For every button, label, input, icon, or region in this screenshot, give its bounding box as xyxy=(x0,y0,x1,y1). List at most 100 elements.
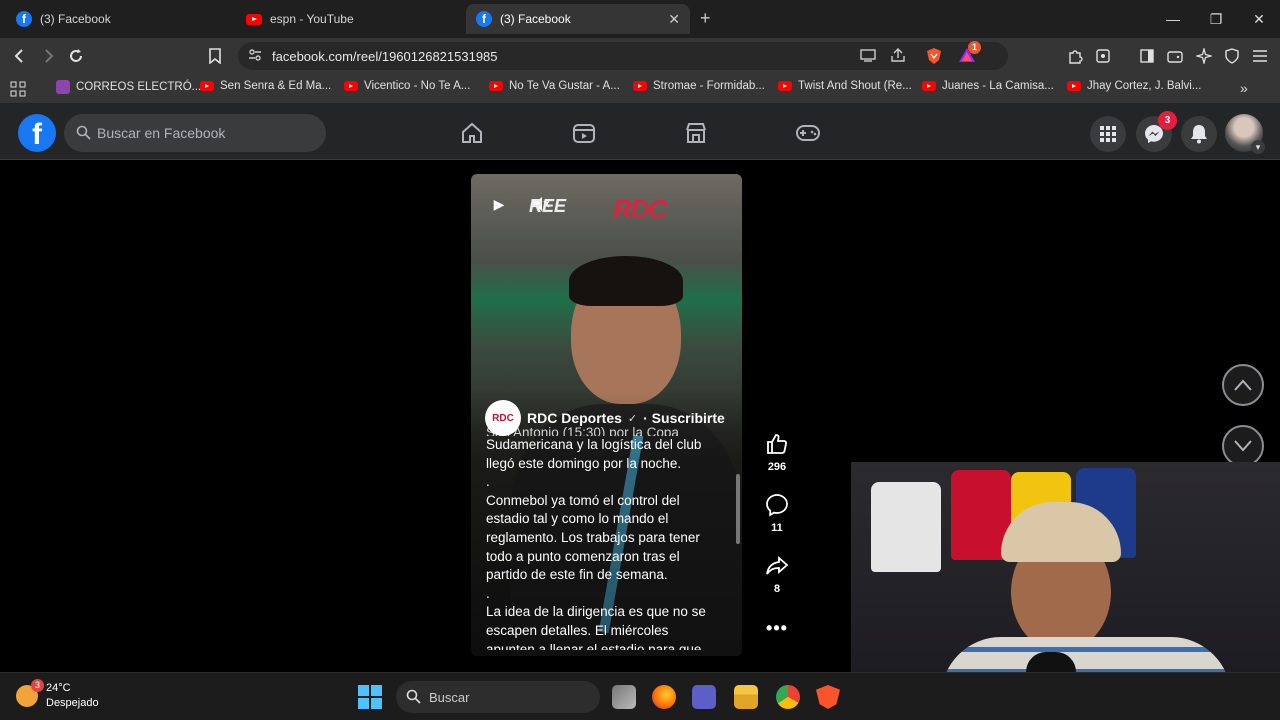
more-bookmarks-icon[interactable]: » xyxy=(1240,80,1248,96)
youtube-icon xyxy=(200,81,214,91)
caption-line: . xyxy=(486,585,490,601)
taskbar-search[interactable]: Buscar xyxy=(396,681,600,713)
youtube-icon xyxy=(922,81,936,91)
windows-start-icon[interactable] xyxy=(358,685,382,709)
home-icon[interactable] xyxy=(459,120,485,146)
grid-icon xyxy=(1100,126,1116,142)
share-arrow-icon xyxy=(766,556,789,575)
bookmark-label: No Te Va Gustar - A... xyxy=(509,80,620,92)
comment-count: 11 xyxy=(771,522,783,534)
facebook-header: f Buscar en Facebook 3 ▾ xyxy=(0,104,1280,160)
messenger-badge: 3 xyxy=(1158,111,1177,130)
rdc-logo: RDC xyxy=(613,194,667,224)
back-icon[interactable] xyxy=(8,44,32,68)
bookmark-item[interactable]: Stromae - Formidab... xyxy=(633,80,765,92)
close-tab-icon[interactable]: ✕ xyxy=(668,11,680,28)
youtube-icon xyxy=(344,81,358,91)
sponsor-logo: REE xyxy=(529,196,567,216)
menu-grid-button[interactable] xyxy=(1090,116,1126,152)
weather-widget[interactable]: 3 24°C Despejado xyxy=(16,679,99,711)
weather-badge: 3 xyxy=(31,679,44,692)
search-icon xyxy=(76,125,91,143)
wallet-icon[interactable] xyxy=(1163,44,1187,68)
tab-title: (3) Facebook xyxy=(500,12,571,26)
messenger-button[interactable]: 3 xyxy=(1136,111,1177,152)
caption-line: estadio tal y como lo mando el xyxy=(486,511,669,527)
marketplace-icon[interactable] xyxy=(683,120,709,146)
bookmark-label: Stromae - Formidab... xyxy=(653,80,765,92)
new-tab-button[interactable]: + xyxy=(700,8,711,29)
reload-icon[interactable] xyxy=(64,44,88,68)
close-window-icon[interactable]: ✕ xyxy=(1244,8,1274,30)
apps-grid-icon[interactable] xyxy=(10,81,26,102)
firefox-icon[interactable] xyxy=(652,685,676,709)
bookmark-item[interactable]: Vicentico - No Te A... xyxy=(344,80,470,92)
reel-video[interactable]: ▶ REE RDC RDC RDC Deportes ✓ · Suscribir… xyxy=(471,174,742,656)
background-board xyxy=(871,482,941,572)
url-text: facebook.com/reel/1960126821531985 xyxy=(272,48,498,64)
extensions-icon[interactable] xyxy=(1063,44,1087,68)
screenshot-icon[interactable] xyxy=(1091,44,1115,68)
bookmark-item[interactable]: Sen Senra & Ed Ma... xyxy=(200,80,331,92)
bookmark-item[interactable]: CORREOS ELECTRÓ... xyxy=(56,80,201,94)
chrome-icon[interactable] xyxy=(776,685,800,709)
facebook-search-input[interactable]: Buscar en Facebook xyxy=(64,114,326,152)
previous-reel-button[interactable] xyxy=(1222,364,1264,406)
bookmark-icon[interactable] xyxy=(203,44,227,68)
site-settings-icon[interactable] xyxy=(248,48,262,65)
bookmark-item[interactable]: Jhay Cortez, J. Balvi... xyxy=(1067,80,1201,92)
comment-icon xyxy=(766,494,788,517)
tab-facebook-1[interactable]: f (3) Facebook xyxy=(6,4,232,34)
taskbar-search-placeholder: Buscar xyxy=(429,689,470,705)
task-view-icon[interactable] xyxy=(612,685,636,709)
address-bar[interactable]: facebook.com/reel/1960126821531985 1 xyxy=(238,41,1008,70)
menu-icon[interactable] xyxy=(1248,44,1272,68)
caption-line: partido de este fin de semana. xyxy=(486,567,668,583)
video-icon[interactable] xyxy=(571,120,597,146)
account-chevron-icon[interactable]: ▾ xyxy=(1251,140,1265,154)
cast-icon[interactable] xyxy=(860,48,876,65)
brave-browser-icon[interactable] xyxy=(816,685,840,709)
leo-ai-icon[interactable] xyxy=(1192,44,1216,68)
tab-facebook-active[interactable]: f (3) Facebook ✕ xyxy=(466,4,690,34)
weather-sun-icon: 3 xyxy=(16,679,44,707)
sidebar-icon[interactable] xyxy=(1135,44,1159,68)
like-button[interactable]: 296 xyxy=(764,432,790,473)
caption-line: Conmebol ya tomó el control del xyxy=(486,492,680,508)
list-icon xyxy=(56,80,70,94)
forward-icon[interactable] xyxy=(36,44,60,68)
bookmark-label: CORREOS ELECTRÓ... xyxy=(76,81,202,93)
vpn-shield-icon[interactable] xyxy=(1220,44,1244,68)
caption-scrollbar[interactable] xyxy=(736,474,740,544)
more-options-icon[interactable]: ••• xyxy=(764,618,790,639)
chevron-up-icon xyxy=(1234,379,1252,391)
temperature: 24°C xyxy=(46,682,71,694)
bookmark-label: Jhay Cortez, J. Balvi... xyxy=(1087,80,1202,92)
tab-title: (3) Facebook xyxy=(40,12,111,26)
comment-button[interactable]: 11 xyxy=(764,493,790,534)
share-button[interactable]: 8 xyxy=(764,554,790,595)
notifications-button[interactable] xyxy=(1181,116,1217,152)
tab-title: espn - YouTube xyxy=(270,12,354,26)
tab-youtube[interactable]: espn - YouTube xyxy=(236,4,462,34)
caption-line: apunten a llenar el estadio para que xyxy=(486,641,702,650)
bookmark-item[interactable]: Twist And Shout (Re... xyxy=(778,80,912,92)
weather-condition: Despejado xyxy=(46,697,99,709)
next-reel-button[interactable] xyxy=(1222,425,1264,467)
gaming-icon[interactable] xyxy=(795,120,821,146)
brave-rewards-icon[interactable]: 1 xyxy=(958,41,981,66)
youtube-icon xyxy=(489,81,503,91)
minimize-icon[interactable]: — xyxy=(1158,8,1188,30)
bookmark-label: Twist And Shout (Re... xyxy=(798,80,912,92)
caption-line: llegó este domingo por la noche. xyxy=(486,455,682,471)
teams-icon[interactable] xyxy=(692,685,716,709)
bookmark-item[interactable]: No Te Va Gustar - A... xyxy=(489,80,620,92)
brave-shields-icon[interactable] xyxy=(926,47,942,68)
share-icon[interactable] xyxy=(890,48,906,65)
like-icon xyxy=(767,434,787,454)
file-explorer-icon[interactable] xyxy=(734,685,758,709)
facebook-logo-icon[interactable]: f xyxy=(18,114,56,152)
play-icon[interactable]: ▶ xyxy=(487,192,511,216)
bookmark-item[interactable]: Juanes - La Camisa... xyxy=(922,80,1054,92)
restore-icon[interactable]: ❐ xyxy=(1201,8,1231,30)
